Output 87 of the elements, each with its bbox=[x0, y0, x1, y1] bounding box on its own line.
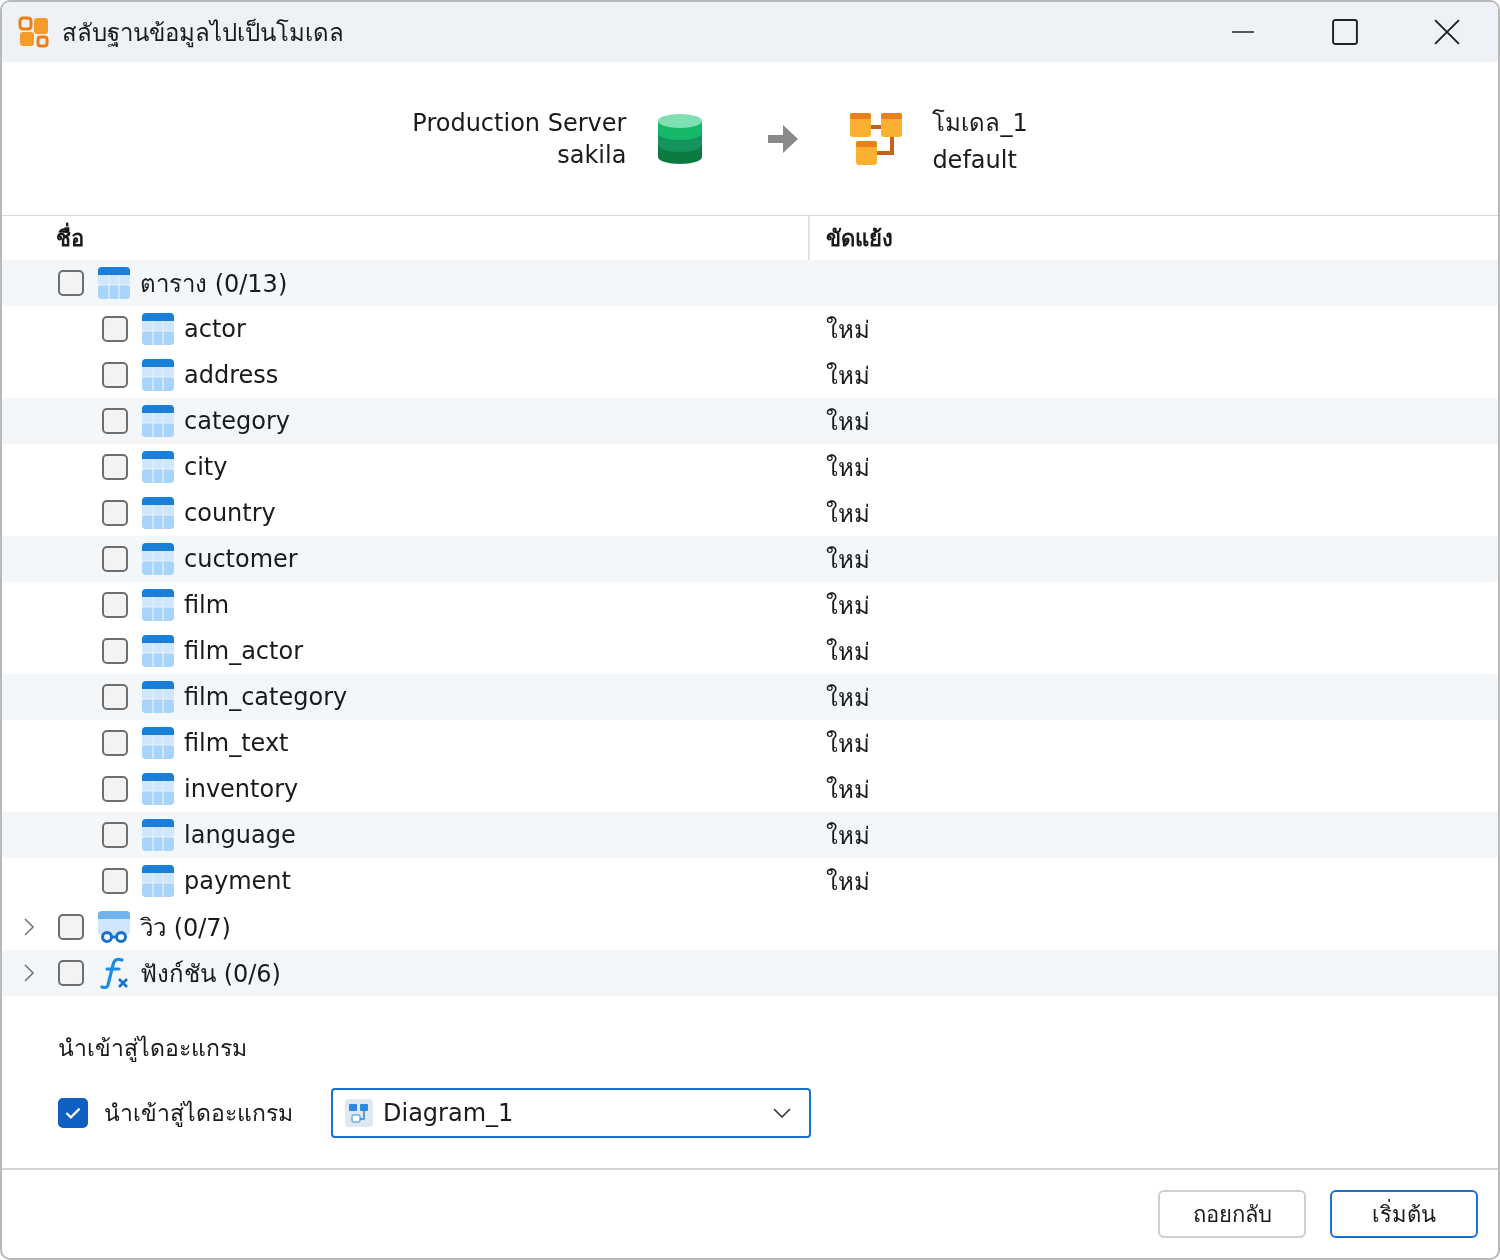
table-icon bbox=[142, 773, 174, 805]
checkbox[interactable] bbox=[102, 776, 128, 802]
checkbox[interactable] bbox=[102, 822, 128, 848]
table-name[interactable]: payment bbox=[184, 867, 291, 895]
checkbox[interactable] bbox=[102, 684, 128, 710]
conflict-status: ใหม่ bbox=[826, 821, 870, 850]
arrow-right-icon bbox=[768, 124, 799, 153]
table-name[interactable]: country bbox=[184, 499, 276, 527]
table-name[interactable]: language bbox=[184, 821, 296, 849]
checkbox[interactable] bbox=[102, 546, 128, 572]
start-button[interactable]: เริ่มต้น bbox=[1330, 1190, 1478, 1238]
checkbox[interactable] bbox=[102, 500, 128, 526]
checkbox[interactable] bbox=[102, 408, 128, 434]
conflict-status: ใหม่ bbox=[826, 315, 870, 344]
checkbox[interactable] bbox=[102, 730, 128, 756]
checkbox[interactable] bbox=[58, 960, 84, 986]
chevron-right-icon[interactable] bbox=[24, 964, 34, 982]
maximize-icon bbox=[1332, 19, 1358, 45]
conflict-status: ใหม่ bbox=[826, 683, 870, 712]
server-name: Production Server bbox=[412, 108, 627, 137]
conflict-status: ใหม่ bbox=[826, 729, 870, 758]
conflict-status: ใหม่ bbox=[826, 361, 870, 390]
table-icon bbox=[142, 681, 174, 713]
table-name[interactable]: film_category bbox=[184, 683, 348, 711]
checkbox[interactable] bbox=[102, 592, 128, 618]
table-icon bbox=[142, 405, 174, 437]
table-icon bbox=[142, 497, 174, 529]
conflict-status: ใหม่ bbox=[826, 775, 870, 804]
conflict-status: ใหม่ bbox=[826, 499, 870, 528]
model-icon bbox=[850, 112, 903, 165]
column-header[interactable]: ขัดแย้ง bbox=[810, 216, 893, 260]
table-name[interactable]: cuctomer bbox=[184, 545, 298, 573]
close-icon bbox=[1434, 19, 1460, 45]
diagram-icon bbox=[345, 1099, 373, 1127]
table-name[interactable]: address bbox=[184, 361, 279, 389]
table-icon bbox=[142, 359, 174, 391]
chevron-down-icon bbox=[773, 1108, 791, 1118]
checkbox[interactable] bbox=[102, 362, 128, 388]
table-icon bbox=[142, 543, 174, 575]
checkbox[interactable] bbox=[58, 1098, 88, 1128]
back-button[interactable]: ถอยกลับ bbox=[1158, 1190, 1306, 1238]
checkbox[interactable] bbox=[58, 914, 84, 940]
group-row[interactable]: วิว (0/7) bbox=[2, 904, 1498, 950]
conflict-status: ใหม่ bbox=[826, 637, 870, 666]
function-icon bbox=[98, 957, 130, 989]
table-icon bbox=[142, 865, 174, 897]
conflict-status: ใหม่ bbox=[826, 867, 870, 896]
checkbox[interactable] bbox=[102, 868, 128, 894]
table-name[interactable]: city bbox=[184, 453, 228, 481]
database-icon bbox=[658, 113, 703, 164]
schema-name: default bbox=[932, 146, 1017, 174]
table-icon bbox=[142, 589, 174, 621]
group-label[interactable]: ฟังก์ชัน (0/6) bbox=[140, 953, 281, 993]
table-name[interactable]: film bbox=[184, 591, 230, 619]
conflict-status: ใหม่ bbox=[826, 545, 870, 574]
table-icon bbox=[142, 635, 174, 667]
table-name[interactable]: category bbox=[184, 407, 291, 435]
group-label[interactable]: วิว (0/7) bbox=[140, 907, 231, 947]
checkbox[interactable] bbox=[58, 270, 84, 296]
database-name: sakila bbox=[557, 140, 627, 169]
table-icon bbox=[142, 313, 174, 345]
group-row[interactable]: ตาราง (0/13) bbox=[2, 260, 1498, 306]
table-icon bbox=[142, 451, 174, 483]
minimize-icon bbox=[1230, 31, 1256, 33]
chevron-right-icon[interactable] bbox=[24, 918, 34, 936]
conflict-status: ใหม่ bbox=[826, 407, 870, 436]
table-icon bbox=[142, 819, 174, 851]
window-title: สลับฐานข้อมูลไปเป็นโมเดล bbox=[62, 17, 344, 50]
table-name[interactable]: film_text bbox=[184, 729, 289, 757]
conflict-status: ใหม่ bbox=[826, 453, 870, 482]
table-name[interactable]: film_actor bbox=[184, 637, 304, 665]
view-icon bbox=[98, 911, 130, 943]
table-icon bbox=[98, 267, 130, 299]
checkbox[interactable] bbox=[102, 638, 128, 664]
section-heading: นำเข้าสู่ไดอะแกรม bbox=[58, 1034, 248, 1064]
group-label[interactable]: ตาราง (0/13) bbox=[140, 263, 288, 303]
app-logo-icon bbox=[18, 16, 50, 48]
checkbox[interactable] bbox=[102, 316, 128, 342]
table-name[interactable]: inventory bbox=[184, 775, 299, 803]
table-name[interactable]: actor bbox=[184, 315, 246, 343]
model-name: โมเดล_1 bbox=[932, 108, 1028, 139]
table-icon bbox=[142, 727, 174, 759]
checkbox[interactable] bbox=[102, 454, 128, 480]
diagram-dropdown[interactable]: Diagram_1 bbox=[331, 1088, 811, 1138]
group-row[interactable]: ฟังก์ชัน (0/6) bbox=[2, 950, 1498, 996]
conflict-status: ใหม่ bbox=[826, 591, 870, 620]
checkbox-label[interactable]: นำเข้าสู่ไดอะแกรม bbox=[104, 1095, 293, 1131]
